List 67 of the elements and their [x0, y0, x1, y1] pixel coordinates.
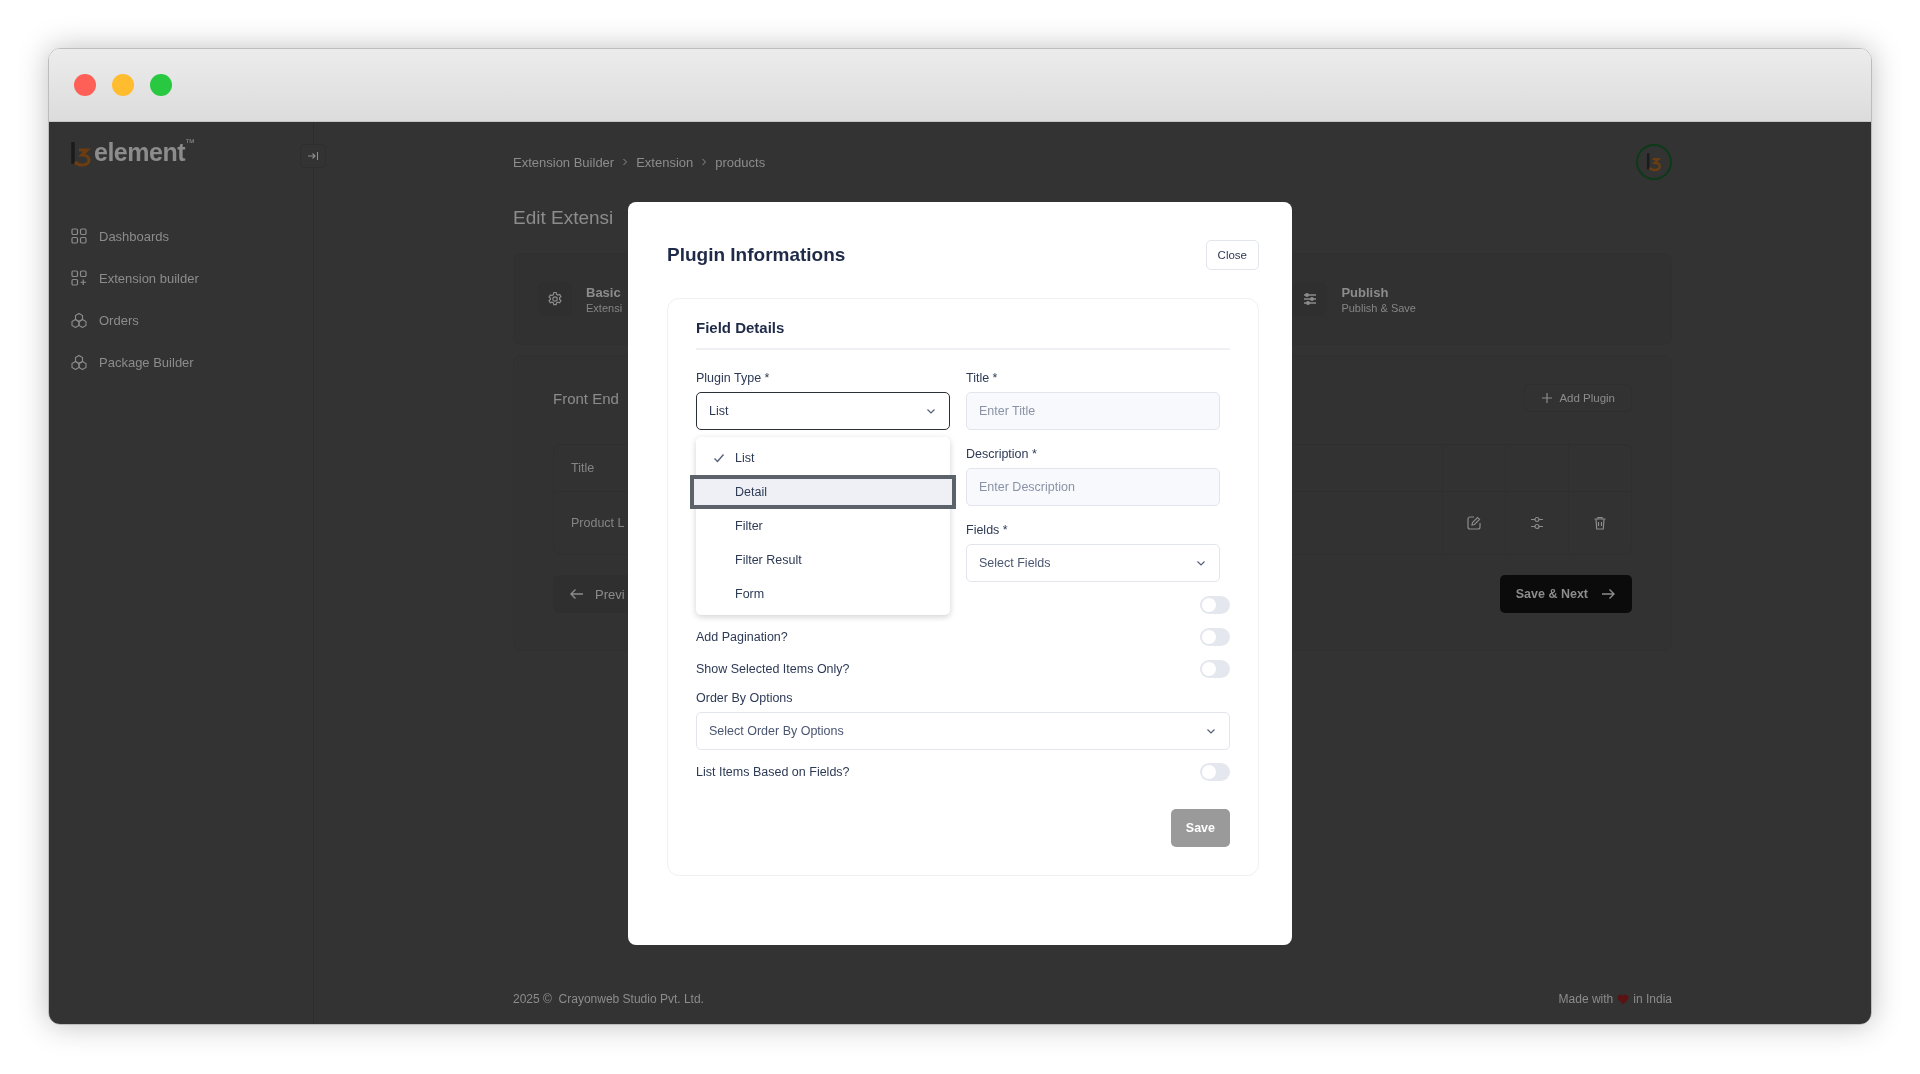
grid-icon	[71, 228, 87, 244]
text-input[interactable]: Enter Title	[966, 392, 1220, 430]
page-title: Edit Extensi	[513, 207, 614, 229]
collapse-sidebar-button[interactable]	[300, 144, 326, 168]
field-label: Order By Options	[696, 691, 794, 705]
step-subtitle: Extensi	[586, 301, 623, 314]
sliders-icon	[1302, 291, 1319, 307]
collapse-arrow-icon	[307, 150, 319, 162]
dropdown-option[interactable]: Detail	[690, 475, 956, 509]
sidebar-item[interactable]: Package Builder	[71, 341, 194, 383]
dropdown-option[interactable]: List	[696, 441, 950, 475]
footer-text: in India	[1633, 992, 1672, 1006]
dropdown-option[interactable]: Filter Result	[696, 543, 950, 577]
field-label: Title *	[966, 371, 999, 385]
section-heading: Field Details	[696, 319, 1230, 350]
plus-icon	[1541, 392, 1554, 404]
select-field[interactable]: Select Order By Options	[696, 712, 1230, 750]
toggle-switch[interactable]	[1200, 660, 1230, 678]
chevron-right-icon	[700, 158, 709, 166]
step-subtitle: Publish & Save	[1341, 301, 1416, 314]
table-cell: Product L	[571, 516, 625, 530]
zoom-button[interactable]	[150, 74, 172, 96]
plugin-type-select[interactable]: List	[696, 392, 950, 430]
breadcrumb-link[interactable]: Extension Builder	[513, 154, 615, 170]
dropdown-option[interactable]: Filter	[696, 509, 950, 543]
field-label: Plugin Type *	[696, 371, 771, 385]
trash-icon[interactable]	[1592, 515, 1608, 531]
toggle-label: Show Selected Items Only?	[696, 662, 850, 676]
chevron-right-icon	[621, 158, 630, 166]
gear-icon	[547, 291, 563, 307]
sidebar-item[interactable]: Extension builder	[71, 257, 199, 299]
toggle-switch[interactable]	[1200, 596, 1230, 614]
avatar[interactable]	[1636, 144, 1672, 180]
column-header: Title	[571, 461, 595, 475]
grid-plus-icon	[71, 270, 87, 286]
footer-text: Made with	[1558, 992, 1614, 1006]
minimize-button[interactable]	[112, 74, 134, 96]
dialog-title: Plugin Informations	[667, 244, 846, 266]
select-field[interactable]: Select Fields	[966, 544, 1220, 582]
field-label: Description *	[966, 447, 1038, 461]
logo-mark-icon	[70, 141, 92, 167]
toggle-switch[interactable]	[1200, 763, 1230, 781]
field-label: Fields *	[966, 523, 1009, 537]
logo-mark-icon	[1646, 152, 1662, 172]
close-button[interactable]	[74, 74, 96, 96]
step-tab[interactable]: Basic Extensi	[538, 282, 623, 316]
section-title: Front End	[553, 389, 619, 407]
breadcrumb-link[interactable]: Extension	[636, 154, 694, 170]
sidebar-item[interactable]: Orders	[71, 299, 139, 341]
toggle-label: List Items Based on Fields?	[696, 765, 850, 779]
cubes-icon	[71, 354, 87, 370]
sidebar-item[interactable]: Dashboards	[71, 215, 170, 257]
text-input[interactable]: Enter Description	[966, 468, 1220, 506]
edit-icon[interactable]	[1466, 515, 1482, 531]
cubes-icon	[71, 312, 87, 328]
dropdown-option[interactable]: Form	[696, 577, 950, 611]
adjust-icon[interactable]	[1529, 515, 1545, 531]
step-tab[interactable]: Publish Publish & Save	[1293, 282, 1416, 316]
step-title: Publish	[1341, 284, 1390, 300]
copyright-text: 2025 © Crayonweb Studio Pvt. Ltd.	[513, 992, 704, 1006]
step-title: Basic	[586, 284, 622, 300]
toggle-switch[interactable]	[1200, 628, 1230, 646]
heart-icon	[1617, 993, 1630, 1005]
breadcrumb-link[interactable]: products	[715, 154, 766, 170]
save-next-button[interactable]: Save & Next	[1499, 575, 1632, 613]
toggle-label: Add Pagination?	[696, 630, 788, 644]
close-button[interactable]: Close	[1205, 240, 1259, 270]
